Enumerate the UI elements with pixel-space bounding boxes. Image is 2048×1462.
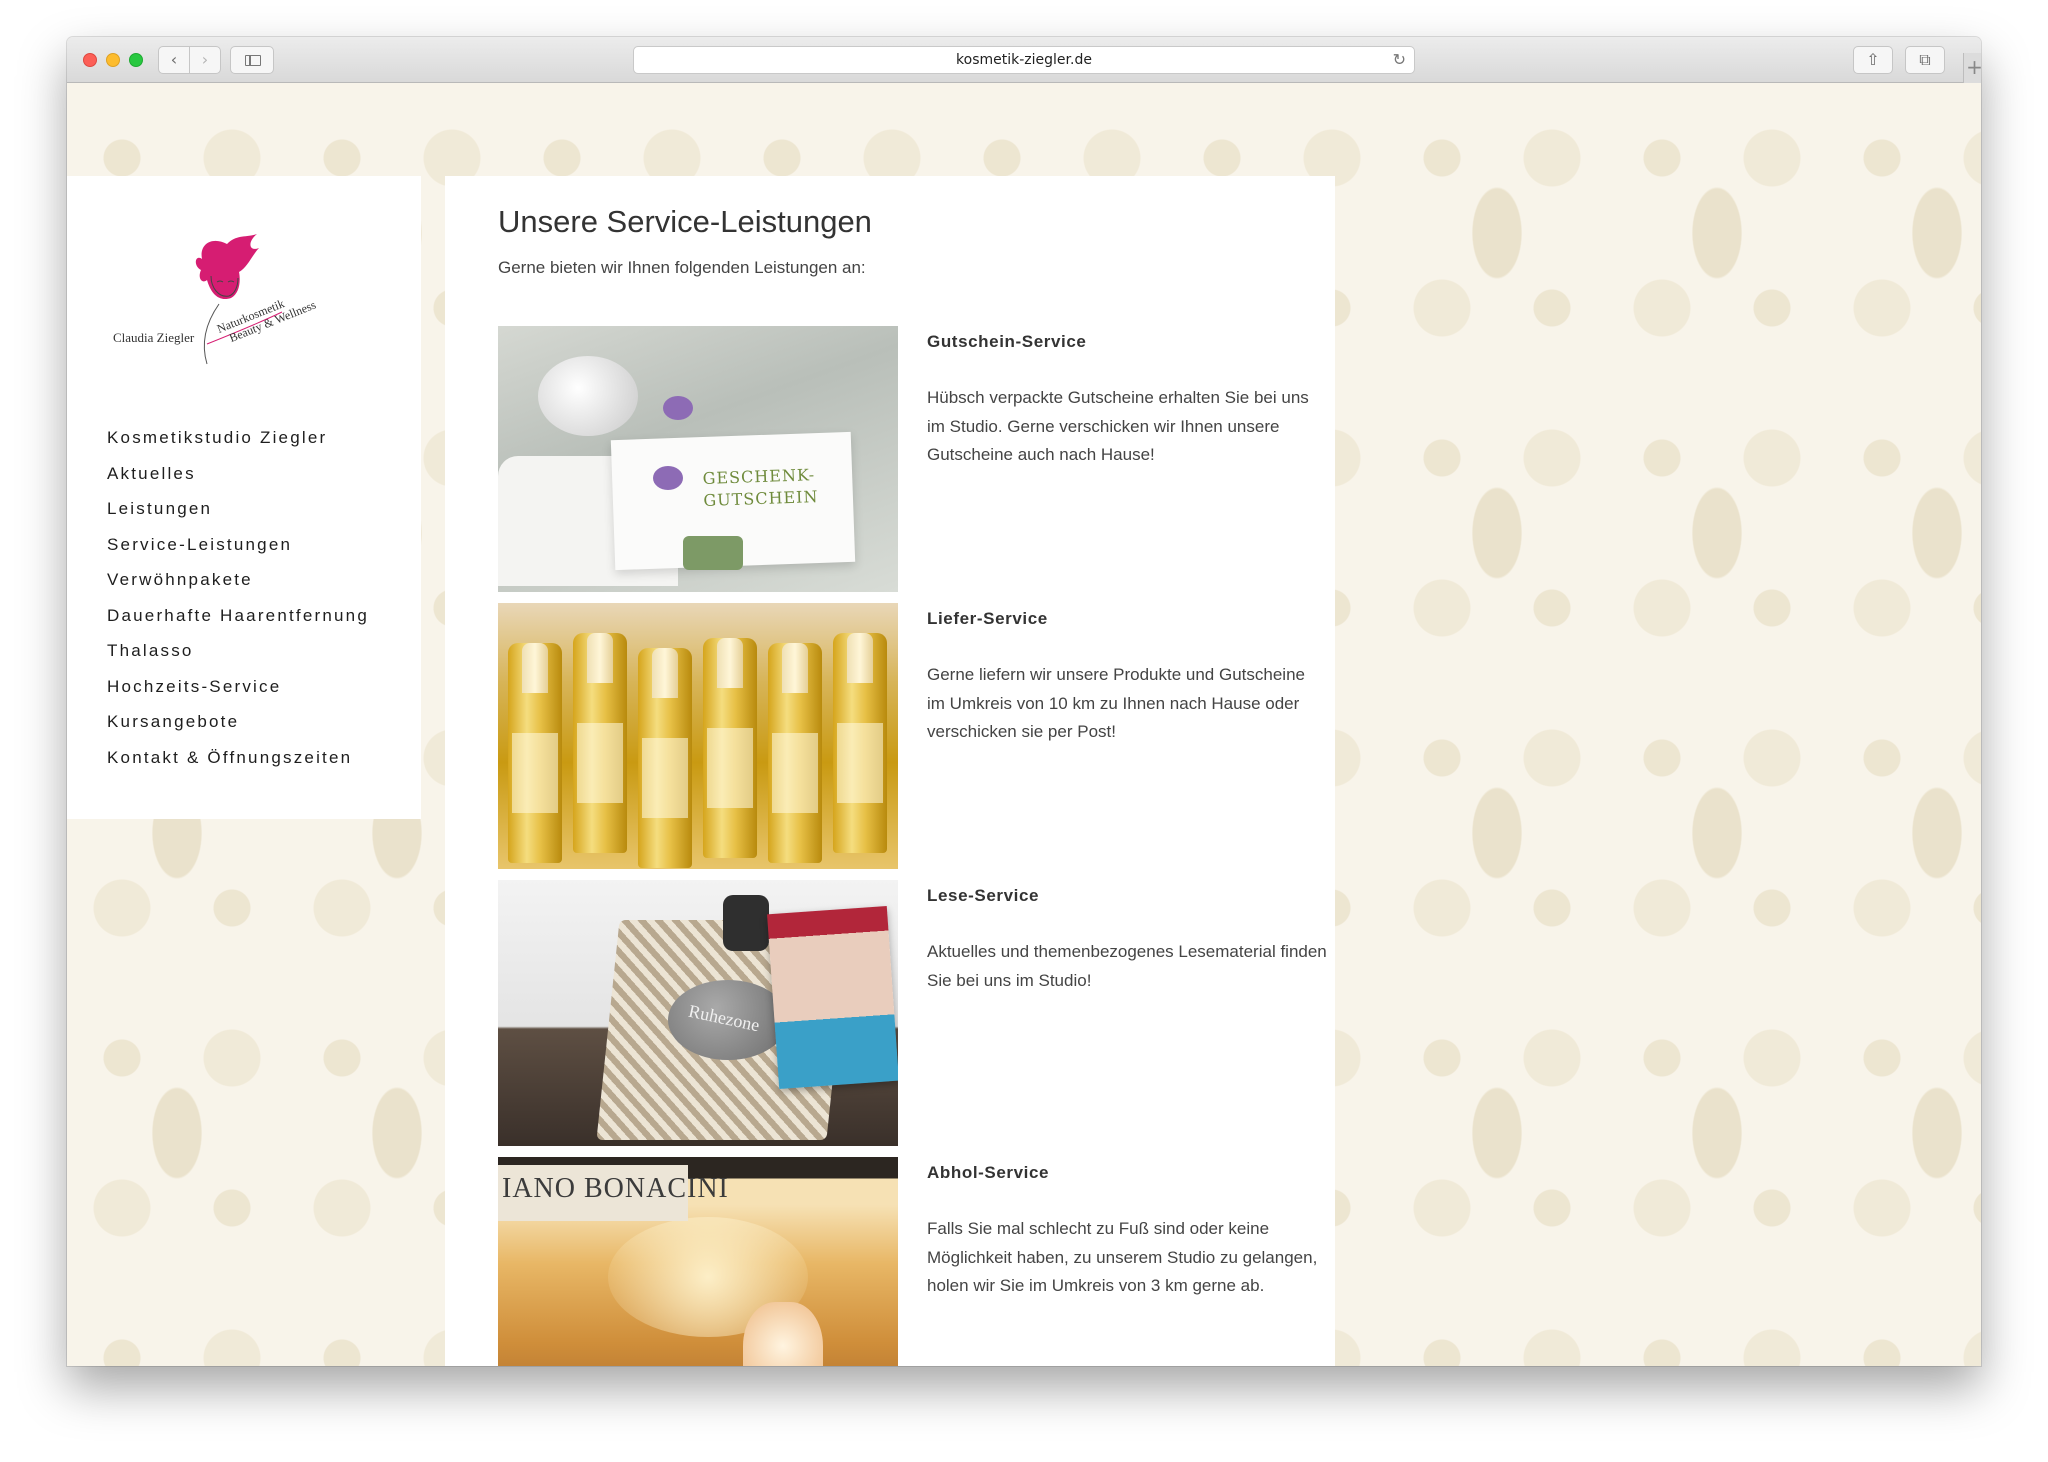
- service-description: Aktuelles und themenbezogenes Lesemateri…: [927, 942, 1327, 990]
- main-nav: Kosmetikstudio Ziegler Aktuelles Leistun…: [107, 428, 369, 783]
- url-text: kosmetik-ziegler.de: [956, 52, 1092, 68]
- voucher-card-text: GESCHENK- GUTSCHEIN: [702, 465, 819, 510]
- service-title: Liefer-Service: [927, 609, 1048, 628]
- nav-item-leistungen[interactable]: Leistungen: [107, 499, 369, 535]
- studio-photo: IANO BONACINI: [498, 1157, 898, 1366]
- chevron-right-icon: ›: [201, 50, 209, 69]
- ampoule-label: [642, 738, 688, 818]
- shell-decoration: [538, 356, 638, 436]
- sponge-decoration: [683, 536, 743, 570]
- logo-name: Claudia Ziegler: [113, 330, 195, 345]
- ampoule-label: [772, 733, 818, 813]
- sign-text: IANO BONACINI: [502, 1173, 729, 1204]
- browser-toolbar: ‹ › kosmetik-ziegler.de ↻ ⇧ ⧉ +: [67, 37, 1981, 83]
- minimize-window-button[interactable]: [106, 53, 120, 67]
- chevron-left-icon: ‹: [170, 50, 178, 69]
- main-content: Unsere Service-Leistungen Gerne bieten w…: [445, 176, 1335, 1366]
- service-liefer: Liefer-Service Gerne liefern wir unsere …: [498, 603, 1318, 869]
- service-description: Hübsch verpackte Gutscheine erhalten Sie…: [927, 388, 1309, 464]
- sidebar-icon: [245, 55, 261, 66]
- page-title: Unsere Service-Leistungen: [498, 204, 872, 239]
- ampoule-neck: [522, 643, 548, 693]
- ampoule: [508, 643, 562, 863]
- ampoules-photo: [498, 603, 898, 869]
- address-bar[interactable]: kosmetik-ziegler.de ↻: [633, 46, 1415, 74]
- nav-item-haarentfernung[interactable]: Dauerhafte Haarentfernung: [107, 606, 369, 642]
- nav-item-service-leistungen[interactable]: Service-Leistungen: [107, 535, 369, 571]
- ampoule-label: [707, 728, 753, 808]
- nav-item-verwoehnpakete[interactable]: Verwöhnpakete: [107, 570, 369, 606]
- ampoule: [833, 633, 887, 853]
- ampoule-neck: [587, 633, 613, 683]
- nav-item-hochzeits-service[interactable]: Hochzeits-Service: [107, 677, 369, 713]
- ampoule: [768, 643, 822, 863]
- nav-item-kosmetikstudio[interactable]: Kosmetikstudio Ziegler: [107, 428, 369, 464]
- service-title: Gutschein-Service: [927, 332, 1087, 351]
- page-viewport: Claudia Ziegler Naturkosmetik Beauty & W…: [67, 83, 1981, 1366]
- left-nav-panel: Claudia Ziegler Naturkosmetik Beauty & W…: [67, 176, 421, 819]
- ampoule-neck: [782, 643, 808, 693]
- close-window-button[interactable]: [83, 53, 97, 67]
- browser-window: ‹ › kosmetik-ziegler.de ↻ ⇧ ⧉ + Claudia …: [67, 37, 1981, 1366]
- service-title: Lese-Service: [927, 886, 1040, 905]
- salt-crystal-lamp: [743, 1302, 823, 1366]
- service-gutschein: GESCHENK- GUTSCHEIN Gutschein-Service Hü…: [498, 326, 1318, 592]
- service-description: Gerne liefern wir unsere Produkte und Gu…: [927, 665, 1305, 741]
- nav-item-aktuelles[interactable]: Aktuelles: [107, 464, 369, 500]
- tabs-icon: ⧉: [1919, 50, 1931, 69]
- ampoule: [638, 648, 692, 868]
- reading-photo: Ruhezone: [498, 880, 898, 1146]
- nav-item-kursangebote[interactable]: Kursangebote: [107, 712, 369, 748]
- logo[interactable]: Claudia Ziegler Naturkosmetik Beauty & W…: [107, 224, 347, 384]
- nav-item-kontakt[interactable]: Kontakt & Öffnungszeiten: [107, 748, 369, 784]
- show-tabs-button[interactable]: ⧉: [1905, 46, 1945, 74]
- ampoule: [703, 638, 757, 858]
- gift-voucher-photo: GESCHENK- GUTSCHEIN: [498, 326, 898, 592]
- ampoule-neck: [717, 638, 743, 688]
- service-abhol: IANO BONACINI Abhol-Service Falls Sie ma…: [498, 1157, 1318, 1366]
- share-button[interactable]: ⇧: [1853, 46, 1893, 74]
- sidebar-toggle-button[interactable]: [230, 46, 274, 74]
- ampoule-neck: [847, 633, 873, 683]
- intro-text: Gerne bieten wir Ihnen folgenden Leistun…: [498, 258, 866, 277]
- nav-item-thalasso[interactable]: Thalasso: [107, 641, 369, 677]
- forward-button[interactable]: ›: [189, 46, 221, 74]
- service-title: Abhol-Service: [927, 1163, 1050, 1182]
- share-icon: ⇧: [1866, 50, 1880, 69]
- service-description: Falls Sie mal schlecht zu Fuß sind oder …: [927, 1219, 1318, 1295]
- ampoule-label: [837, 723, 883, 803]
- reload-icon[interactable]: ↻: [1393, 47, 1406, 73]
- new-tab-button[interactable]: +: [1963, 53, 1981, 83]
- ampoule-neck: [652, 648, 678, 698]
- ampoule-label: [512, 733, 558, 813]
- ampoule: [573, 633, 627, 853]
- flower-decoration: [653, 466, 683, 490]
- magazine: [767, 906, 898, 1089]
- ampoule-label: [577, 723, 623, 803]
- lantern: [723, 895, 769, 951]
- service-lese: Ruhezone Lese-Service Aktuelles und them…: [498, 880, 1327, 1146]
- back-button[interactable]: ‹: [158, 46, 190, 74]
- flower-decoration: [663, 396, 693, 420]
- zoom-window-button[interactable]: [129, 53, 143, 67]
